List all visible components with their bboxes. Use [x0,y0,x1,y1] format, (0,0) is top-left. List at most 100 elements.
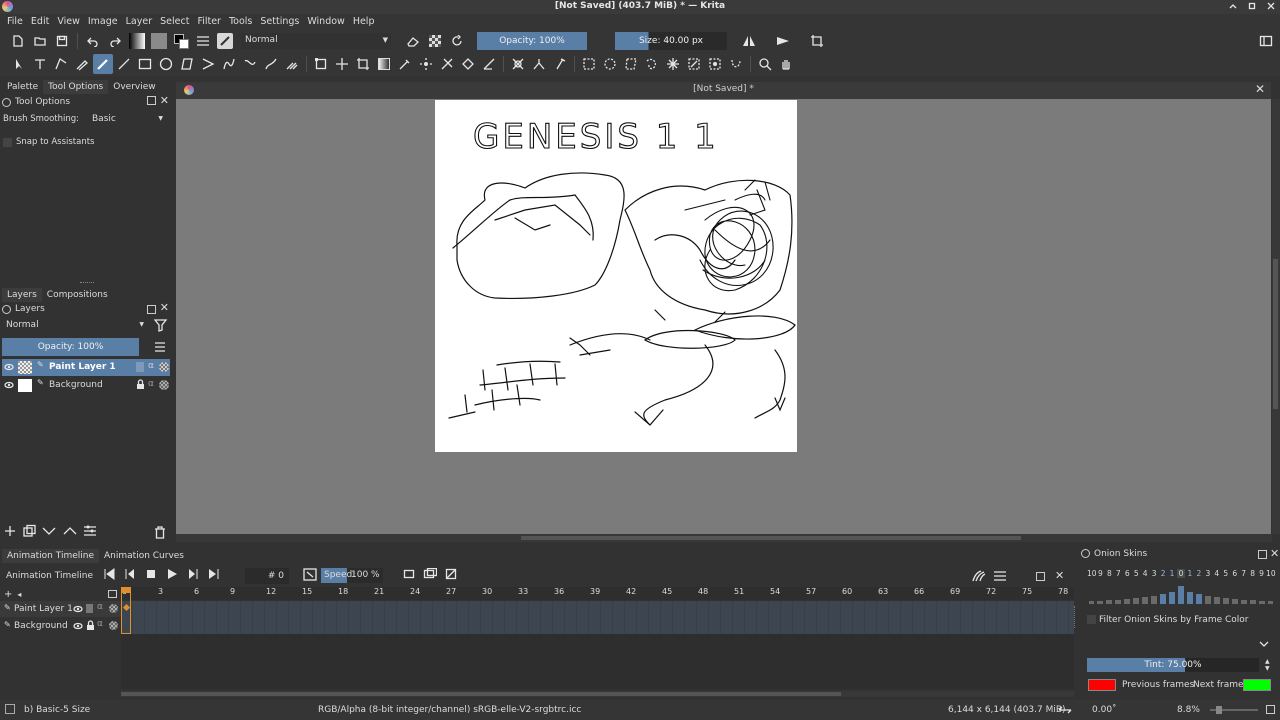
fg-bg-color-icon[interactable] [171,31,191,51]
snap-checkbox[interactable] [3,137,12,147]
menu-window[interactable]: Window [303,14,348,30]
tab-animation-curves[interactable]: Animation Curves [99,549,189,563]
docker-splitter[interactable] [1074,606,1078,628]
onion-frame-label[interactable]: 3 [1203,569,1212,578]
undock-icon[interactable] [1036,572,1045,581]
eye-icon[interactable] [73,621,83,631]
speed-spinbox[interactable]: Speed: 100 % [321,568,383,583]
onion-opacity-bar[interactable] [1169,592,1175,604]
auto-frame-icon[interactable] [303,568,317,581]
undock-icon[interactable] [1258,550,1267,559]
menu-layer[interactable]: Layer [122,14,157,30]
new-document-icon[interactable] [8,31,28,51]
crop-icon[interactable] [353,54,373,74]
gradient-tool-icon[interactable] [374,54,394,74]
pattern-swatch-icon[interactable] [149,31,169,51]
filter-icon[interactable] [154,319,168,332]
mirror-vertical-icon[interactable] [773,31,793,51]
onion-frame-label[interactable]: 2 [1194,569,1203,578]
onion-frame-label[interactable]: 10 [1266,569,1276,578]
onion-opacity-bar[interactable] [1088,601,1095,604]
timeline-layer-row[interactable]: ✎ Background α [0,618,121,634]
inherit-alpha-icon[interactable] [159,380,169,390]
freehand-select-icon[interactable] [642,54,662,74]
zoom-icon[interactable] [755,54,775,74]
edit-shapes-icon[interactable] [51,54,71,74]
fill-bucket-icon[interactable] [458,54,478,74]
timeline-settings-icon[interactable] [108,590,117,598]
brush-preset-swatch-icon[interactable] [215,31,235,51]
menu-help[interactable]: Help [349,14,379,30]
onion-opacity-bar[interactable] [1222,597,1229,604]
layer-row[interactable]: ✎ Background α [2,377,170,394]
zoom-status[interactable]: 8.8% [1177,705,1200,715]
alpha-icon[interactable]: α [148,379,154,389]
onion-opacity-bar[interactable] [1115,599,1122,604]
pan-hand-icon[interactable] [776,54,796,74]
multibrush-icon[interactable] [282,54,302,74]
move-layer-down-icon[interactable] [41,524,57,538]
canvas-paper[interactable]: GENESIS 1 1 [435,100,797,452]
last-frame-icon[interactable] [208,568,220,580]
onion-opacity-bar[interactable] [1160,594,1167,604]
lock-icon[interactable] [86,620,95,631]
frames-ruler[interactable]: 0 3 6 9 12 15 18 21 24 27 30 33 36 39 42 45 48 51 54 57 60 63… [121,587,1074,600]
rectangle-tool-icon[interactable] [135,54,155,74]
single-frame-icon[interactable] [403,568,415,580]
onion-frame-label[interactable]: 7 [1239,569,1248,578]
onion-frame-label[interactable]: 8 [1105,569,1114,578]
eye-icon[interactable] [4,362,14,372]
close-icon[interactable]: ✕ [1270,547,1279,560]
brush-presets-icon[interactable] [193,31,213,51]
onion-opacity-bar[interactable] [1258,601,1265,604]
onion-frame-label[interactable]: 3 [1150,569,1159,578]
add-keyframe-layer-icon[interactable]: + [4,589,12,600]
drop-frames-icon[interactable] [445,568,457,580]
dynamic-brush-icon[interactable] [261,54,281,74]
tint-slider[interactable]: Tint: 75.00% [1087,658,1259,672]
line-tool-icon[interactable] [114,54,134,74]
current-frame-field[interactable]: # 0 [245,568,289,584]
menu-select[interactable]: Select [156,14,193,30]
tab-layers[interactable]: Layers [2,288,42,302]
mirror-horizontal-icon[interactable] [739,31,759,51]
bezier-tool-icon[interactable] [219,54,239,74]
next-frame-icon[interactable] [187,568,199,580]
timeline-hscrollbar[interactable] [121,691,1074,697]
duplicate-layer-icon[interactable] [22,524,36,538]
pin-icon[interactable]: ◂ [17,590,21,599]
eraser-icon[interactable] [403,31,423,51]
save-icon[interactable] [52,31,72,51]
onion-opacity-bar[interactable] [1142,596,1149,604]
menu-image[interactable]: Image [84,14,122,30]
onion-frame-label[interactable]: 9 [1096,569,1105,578]
timeline-layer-row[interactable]: ✎ Paint Layer 1 α [0,601,121,617]
menu-settings[interactable]: Settings [256,14,303,30]
magnetic-select-icon[interactable] [726,54,746,74]
tab-overview[interactable]: Overview [108,80,160,94]
onion-frame-label[interactable]: 9 [1257,569,1266,578]
undock-icon[interactable] [147,305,156,314]
onion-opacity-bar[interactable] [1249,600,1256,604]
document-tab[interactable]: [Not Saved] * [176,84,1271,94]
tab-compositions[interactable]: Compositions [42,288,113,302]
transform-icon[interactable] [311,54,331,74]
brush-preview-icon[interactable] [5,704,15,714]
ellipse-select-icon[interactable] [600,54,620,74]
onion-opacity-bars[interactable] [1087,584,1275,608]
timeline-menu-icon[interactable] [993,570,1007,582]
onion-opacity-bar[interactable] [1186,592,1193,604]
polygon-select-icon[interactable] [621,54,641,74]
first-frame-icon[interactable] [103,568,115,580]
layer-row[interactable]: ✎ Paint Layer 1 α [2,359,170,376]
open-folder-icon[interactable] [30,31,50,51]
contiguous-select-icon[interactable] [663,54,683,74]
brush-size-slider[interactable]: Size: 40.00 px [615,32,727,50]
add-layer-icon[interactable] [3,524,17,538]
reference-image-icon[interactable] [550,54,570,74]
onion-frame-label[interactable]: 5 [1221,569,1230,578]
alpha-icon[interactable]: α [97,602,103,612]
smart-patch-icon[interactable] [416,54,436,74]
previous-frames-swatch[interactable] [1088,679,1116,691]
layer-blend-mode-select[interactable]: Normal ▼ [2,318,147,334]
